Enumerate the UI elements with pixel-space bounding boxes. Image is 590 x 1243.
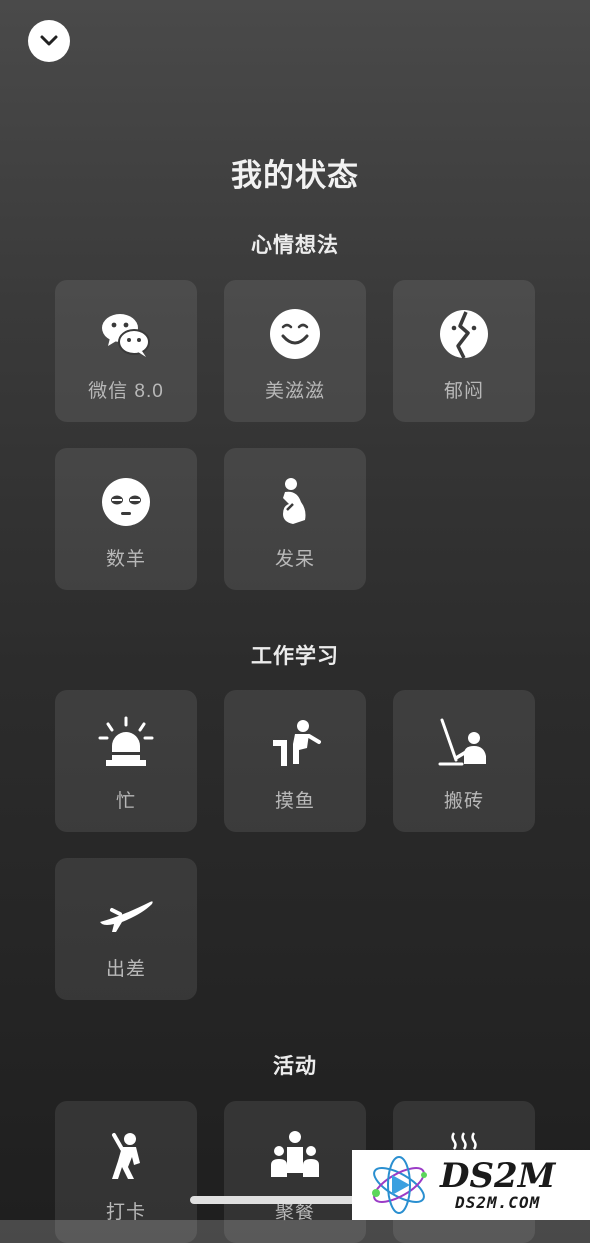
status-tile-gloomy[interactable]: 郁闷 [393,280,535,422]
status-tile-wechat[interactable]: 微信 8.0 [55,280,197,422]
status-label: 出差 [105,959,146,980]
wechat-icon [98,306,154,362]
status-tile-busy[interactable]: 忙 [55,690,197,832]
status-label: 发呆 [274,549,315,570]
broken-heart-icon [436,306,492,362]
section-title-mood: 心情想法 [251,234,339,257]
sleepy-face-icon [98,474,154,530]
status-tile-grinding[interactable]: 搬砖 [393,690,535,832]
status-tile-daydream[interactable]: 发呆 [224,448,366,590]
check-in-person-icon [98,1127,154,1183]
airplane-icon [98,884,154,940]
work-grid: 忙 摸鱼 搬砖 出差 [55,690,535,1000]
section-title-activity: 活动 [273,1055,317,1078]
section-title-work: 工作学习 [251,645,339,668]
status-label: 搬砖 [443,791,484,812]
status-label: 郁闷 [443,381,484,402]
watermark-logo: DS2M DS2M.COM [352,1150,590,1220]
watermark-sub-text: DS2M.COM [455,1192,541,1212]
status-tile-check-in[interactable]: 打卡 [55,1101,197,1243]
chevron-down-icon [40,35,58,46]
collapse-button[interactable] [28,20,70,62]
mood-grid: 微信 8.0 美滋滋 郁闷 数羊 发呆 [55,280,535,590]
status-tile-dinner[interactable]: 聚餐 [224,1101,366,1243]
smiley-icon [267,306,323,362]
slacking-person-icon [267,716,323,772]
group-people-icon [267,1127,323,1183]
status-tile-counting-sheep[interactable]: 数羊 [55,448,197,590]
status-tile-happy[interactable]: 美滋滋 [224,280,366,422]
daydream-person-icon [267,474,323,530]
status-tile-slacking[interactable]: 摸鱼 [224,690,366,832]
status-tile-business-trip[interactable]: 出差 [55,858,197,1000]
status-label: 数羊 [105,549,146,570]
atom-logo-icon [372,1156,427,1214]
status-label: 微信 8.0 [88,381,164,402]
watermark-main-text: DS2M [440,1155,556,1196]
status-label: 摸鱼 [274,791,315,812]
laptop-worker-icon [436,716,492,772]
busy-siren-icon [98,716,154,772]
status-label: 美滋滋 [264,381,325,402]
status-label: 忙 [115,791,136,812]
page-title: 我的状态 [231,158,359,193]
